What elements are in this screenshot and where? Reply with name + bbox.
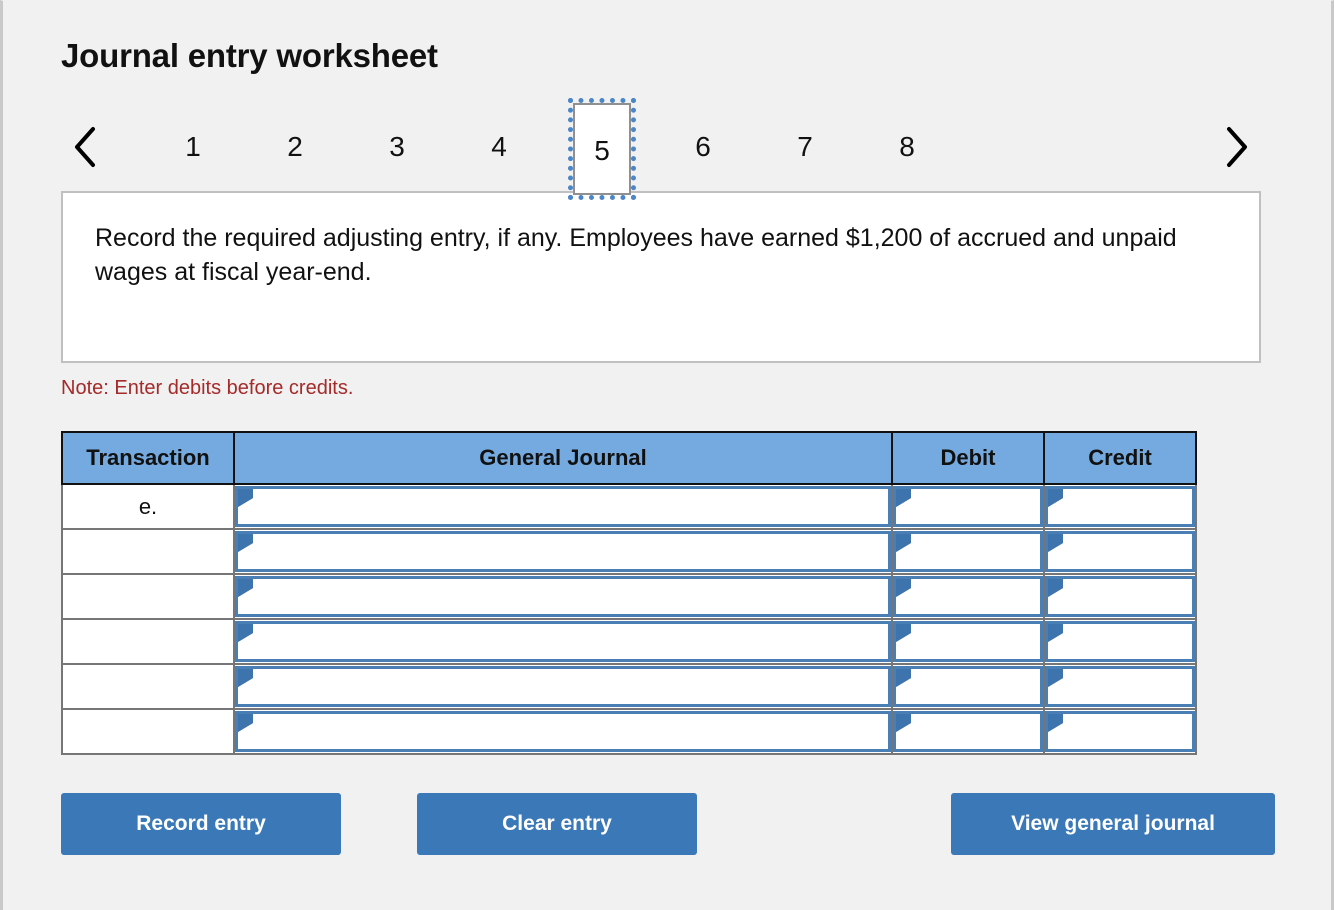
dropdown-triangle-icon (896, 714, 911, 732)
transaction-cell (61, 573, 235, 620)
debit-input[interactable] (893, 711, 1043, 752)
view-general-journal-button[interactable]: View general journal (951, 793, 1275, 855)
transaction-cell (61, 528, 235, 575)
credit-input[interactable] (1045, 531, 1195, 572)
dropdown-triangle-icon (1048, 624, 1063, 642)
debit-input-cell (891, 618, 1045, 665)
credit-input[interactable] (1045, 576, 1195, 617)
journal-entry-worksheet-page: Journal entry worksheet 12345678 Record … (0, 0, 1334, 910)
debit-input-cell (891, 528, 1045, 575)
table-row (61, 573, 1197, 620)
dropdown-triangle-icon (238, 624, 253, 642)
transaction-cell (61, 708, 235, 755)
page-number-7[interactable]: 7 (777, 119, 833, 175)
dropdown-triangle-icon (1048, 669, 1063, 687)
page-number-6[interactable]: 6 (675, 119, 731, 175)
dropdown-triangle-icon (1048, 489, 1063, 507)
general-journal-select-cell (233, 528, 893, 575)
table-row: e. (61, 483, 1197, 530)
page-number-3[interactable]: 3 (369, 119, 425, 175)
table-body: e. (61, 483, 1197, 755)
credit-input-cell (1043, 573, 1197, 620)
table-row (61, 663, 1197, 710)
column-header-debit: Debit (891, 431, 1045, 485)
previous-page-button[interactable] (63, 119, 107, 175)
dropdown-triangle-icon (896, 624, 911, 642)
transaction-cell (61, 663, 235, 710)
page-number-8[interactable]: 8 (879, 119, 935, 175)
dropdown-triangle-icon (238, 489, 253, 507)
credit-input-cell (1043, 618, 1197, 665)
debit-input-cell (891, 483, 1045, 530)
instruction-text: Record the required adjusting entry, if … (95, 224, 1177, 286)
table-row (61, 708, 1197, 755)
credit-input-cell (1043, 708, 1197, 755)
general-journal-select-cell (233, 663, 893, 710)
dropdown-triangle-icon (896, 489, 911, 507)
transaction-cell: e. (61, 483, 235, 530)
general-journal-table: Transaction General Journal Debit Credit… (61, 431, 1197, 755)
credit-input[interactable] (1045, 486, 1195, 527)
column-header-transaction: Transaction (61, 431, 235, 485)
general-journal-select-cell (233, 483, 893, 530)
page-number-1[interactable]: 1 (165, 119, 221, 175)
clear-entry-button[interactable]: Clear entry (417, 793, 697, 855)
debit-input-cell (891, 573, 1045, 620)
table-row (61, 528, 1197, 575)
page-number-2[interactable]: 2 (267, 119, 323, 175)
chevron-left-icon (72, 125, 98, 169)
debit-input-cell (891, 663, 1045, 710)
debit-input[interactable] (893, 621, 1043, 662)
page-number-5[interactable]: 5 (568, 98, 636, 200)
general-journal-select[interactable] (235, 486, 891, 527)
credit-input[interactable] (1045, 666, 1195, 707)
chevron-right-icon (1224, 125, 1250, 169)
page-number-4[interactable]: 4 (471, 119, 527, 175)
general-journal-select[interactable] (235, 621, 891, 662)
dropdown-triangle-icon (1048, 579, 1063, 597)
credit-input[interactable] (1045, 711, 1195, 752)
table-row (61, 618, 1197, 665)
worksheet-pager: 12345678 (61, 98, 1261, 200)
table-header-row: Transaction General Journal Debit Credit (61, 431, 1197, 485)
next-page-button[interactable] (1215, 119, 1259, 175)
debit-input[interactable] (893, 576, 1043, 617)
instruction-panel: Record the required adjusting entry, if … (61, 191, 1261, 363)
dropdown-triangle-icon (238, 534, 253, 552)
credit-input-cell (1043, 663, 1197, 710)
dropdown-triangle-icon (896, 579, 911, 597)
general-journal-select-cell (233, 708, 893, 755)
debit-input-cell (891, 708, 1045, 755)
column-header-credit: Credit (1043, 431, 1197, 485)
credit-input[interactable] (1045, 621, 1195, 662)
credit-input-cell (1043, 528, 1197, 575)
dropdown-triangle-icon (238, 669, 253, 687)
page-title: Journal entry worksheet (61, 37, 438, 74)
credit-input-cell (1043, 483, 1197, 530)
dropdown-triangle-icon (238, 714, 253, 732)
general-journal-select[interactable] (235, 531, 891, 572)
debit-input[interactable] (893, 666, 1043, 707)
dropdown-triangle-icon (896, 669, 911, 687)
general-journal-select-cell (233, 618, 893, 665)
column-header-general-journal: General Journal (233, 431, 893, 485)
dropdown-triangle-icon (896, 534, 911, 552)
general-journal-select[interactable] (235, 711, 891, 752)
debit-input[interactable] (893, 486, 1043, 527)
debit-input[interactable] (893, 531, 1043, 572)
record-entry-button[interactable]: Record entry (61, 793, 341, 855)
general-journal-select-cell (233, 573, 893, 620)
general-journal-select[interactable] (235, 666, 891, 707)
general-journal-select[interactable] (235, 576, 891, 617)
dropdown-triangle-icon (238, 579, 253, 597)
dropdown-triangle-icon (1048, 534, 1063, 552)
transaction-cell (61, 618, 235, 665)
debits-before-credits-note: Note: Enter debits before credits. (61, 377, 354, 399)
dropdown-triangle-icon (1048, 714, 1063, 732)
